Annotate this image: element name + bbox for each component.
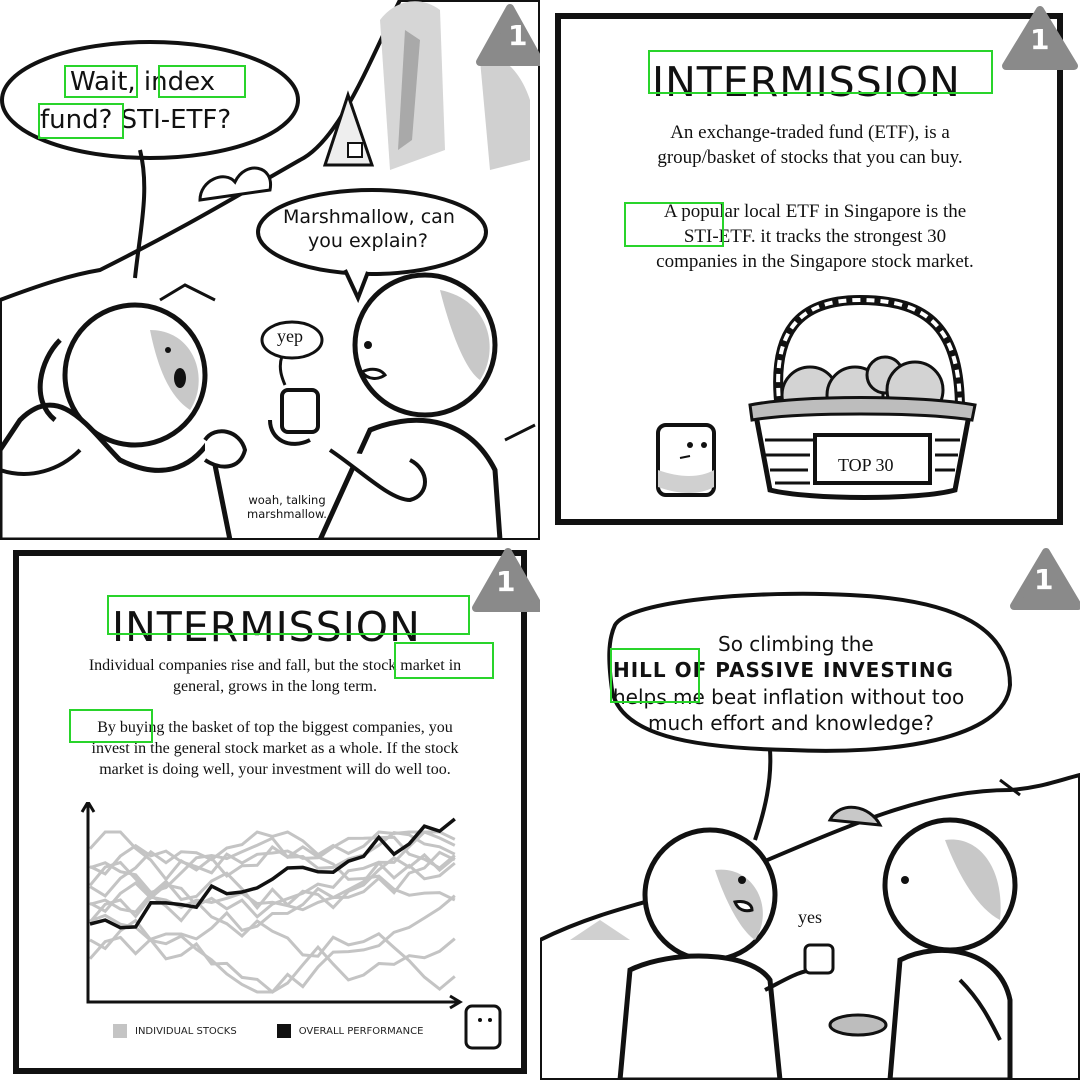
chart-legend: INDIVIDUAL STOCKS OVERALL PERFORMANCE: [113, 1024, 423, 1038]
sti-line-1: A popular local ETF in Singapore is the: [663, 201, 967, 222]
individual-stock-line: [88, 860, 456, 992]
badge-number: 1: [1030, 23, 1050, 56]
speech-line-2: HILL OF PASSIVE INVESTING: [613, 658, 954, 682]
woah-caption: woah, talking marshmallow.: [232, 493, 342, 522]
buying-line-3: market is doing well, your investment wi…: [99, 761, 451, 779]
speech-right-line-1: Marshmallow, can: [283, 206, 455, 228]
woah-line-1: woah, talking: [248, 493, 326, 507]
yep-text: yep: [277, 326, 303, 346]
explainer-line-2: general, grows in the long term.: [173, 678, 377, 696]
stock-chart: [80, 802, 463, 1010]
sti-line-2: STI-ETF. it tracks the strongest 30: [683, 226, 947, 248]
market-explainer: Individual companies rise and fall, but …: [40, 655, 510, 697]
basket-label: TOP 30: [838, 455, 894, 475]
etf-definition: An exchange-traded fund (ETF), is a grou…: [580, 120, 1040, 170]
woah-line-2: marshmallow.: [247, 506, 327, 521]
sti-line-3: companies in the Singapore stock market.: [656, 251, 974, 273]
speech-line-2: fund? STI-ETF?: [40, 105, 232, 135]
intermission-title: INTERMISSION: [652, 58, 961, 106]
sti-etf-description: A popular local ETF in Singapore is the …: [580, 199, 1050, 274]
panel-4-illustration: [540, 548, 1080, 1080]
yes-text: yes: [798, 907, 822, 927]
badge-number: 1: [496, 565, 516, 598]
definition-line-2: group/basket of stocks that you can buy.: [657, 147, 963, 169]
badge-number: 1: [1034, 563, 1054, 596]
comic-panel-1: 1 Wait, index fund? STI-ETF? Marshmallow…: [0, 0, 540, 540]
legend-swatch-individual: [113, 1024, 127, 1038]
legend-swatch-overall: [276, 1024, 291, 1038]
comic-panel-3: 1 INTERMISSION Individual companies rise…: [0, 540, 540, 1080]
badge-number: 1: [508, 19, 528, 52]
definition-line-1: An exchange-traded fund (ETF), is a: [670, 122, 950, 143]
intermission-title: INTERMISSION: [112, 603, 421, 651]
speech-right-line-2: you explain?: [308, 230, 428, 252]
legend-overall: OVERALL PERFORMANCE: [298, 1025, 424, 1037]
explainer-line-1: Individual companies rise and fall, but …: [88, 657, 462, 674]
speech-line-3: helps me beat inflation without too: [613, 685, 965, 709]
buying-explainer: By buying the basket of top the biggest …: [40, 717, 510, 780]
speech-line-4: much effort and knowledge?: [648, 711, 934, 735]
buying-line-1: By buying the basket of top the biggest …: [97, 719, 453, 736]
speech-line-1: Wait, index: [70, 67, 216, 97]
speech-line-1: So climbing the: [718, 632, 874, 656]
comic-panel-2: 1 INTERMISSION An exchange-traded fund (…: [540, 0, 1080, 540]
buying-line-2: invest in the general stock market as a …: [91, 740, 459, 758]
comic-panel-4: 1 So climbing the HILL OF PASSIVE INVEST…: [540, 540, 1080, 1080]
legend-individual: INDIVIDUAL STOCKS: [135, 1025, 237, 1037]
